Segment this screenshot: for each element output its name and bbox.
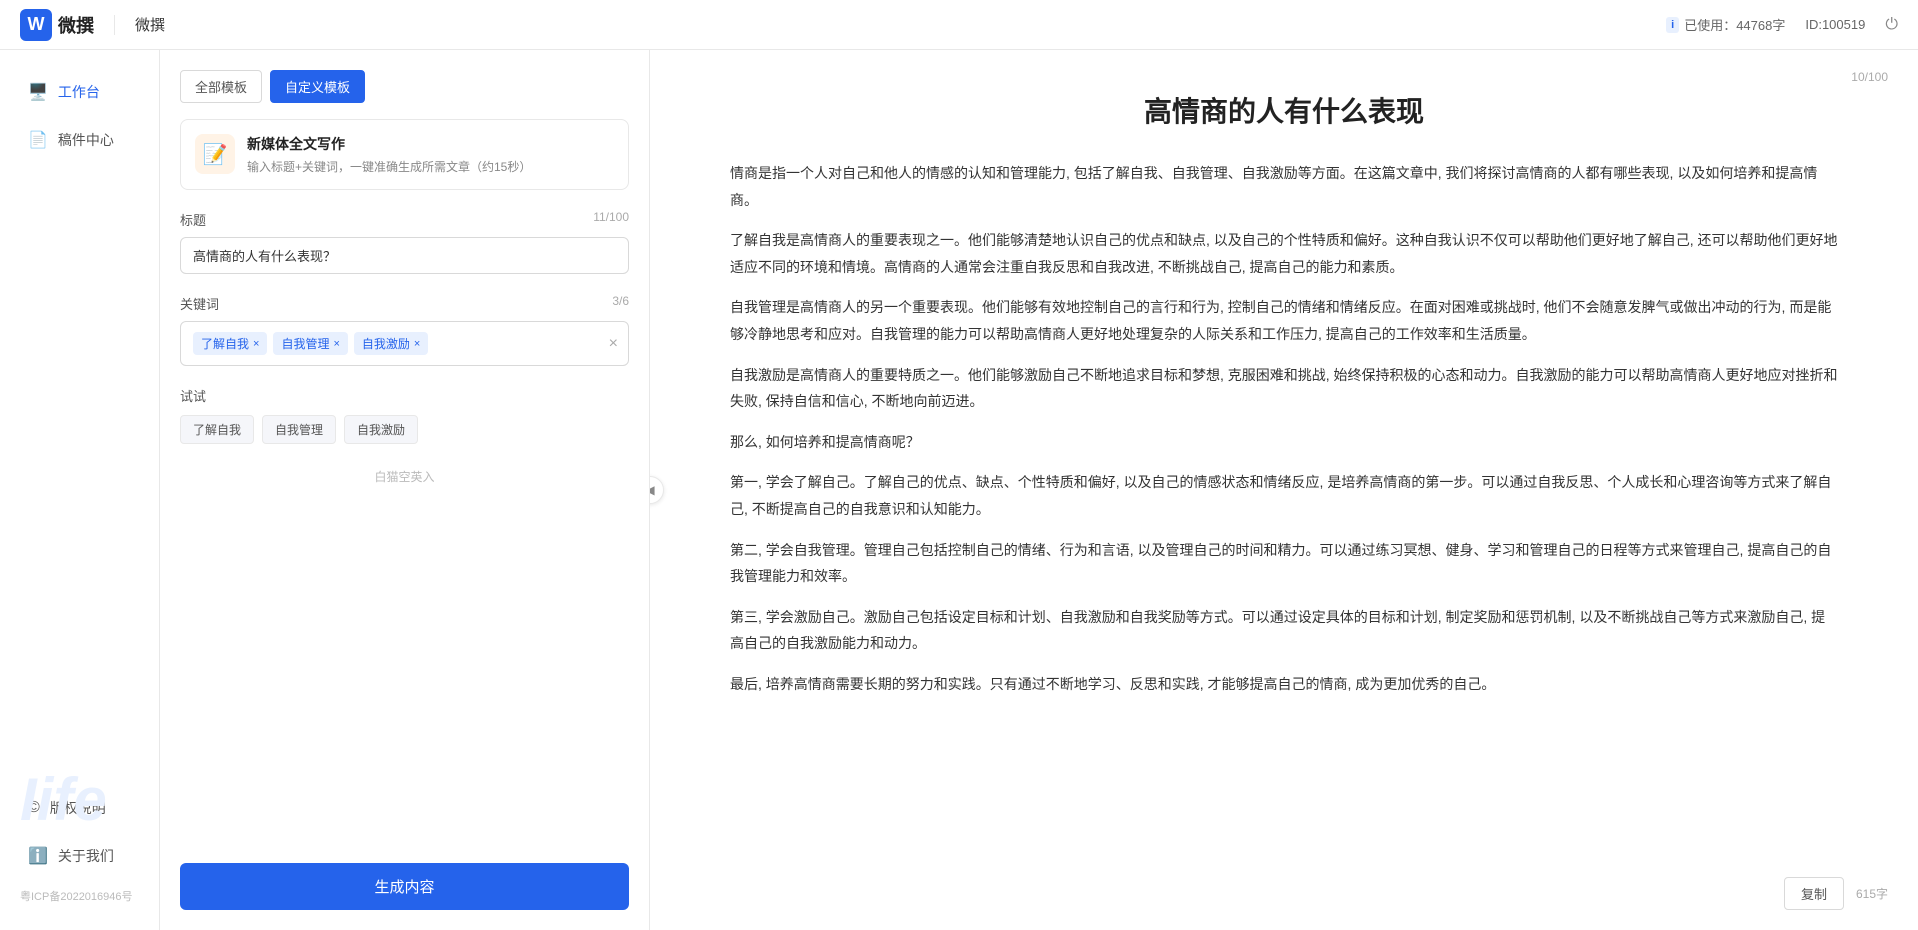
sidebar-item-workbench[interactable]: 🖥️ 工作台	[8, 70, 151, 114]
article-para-5: 第一, 学会了解自己。了解自己的优点、缺点、个性特质和偏好, 以及自己的情感状态…	[730, 469, 1838, 522]
keywords-section: 关键词 3/6 了解自我 × 自我管理 × 自我激励 ×	[180, 294, 629, 366]
article-para-7: 第三, 学会激励自己。激励自己包括设定目标和计划、自我激励和自我奖励等方式。可以…	[730, 604, 1838, 657]
copyright-icon: ©	[28, 799, 40, 817]
tab-custom[interactable]: 自定义模板	[270, 70, 365, 103]
usage-text: 已使用：44768字	[1684, 15, 1785, 34]
word-count: 615字	[1856, 885, 1888, 902]
title-label-row: 标题 11/100	[180, 210, 629, 229]
logo-area: W 微撰	[20, 9, 94, 41]
keyword-count: 3/6	[612, 294, 629, 313]
logo-name: 微撰	[58, 12, 94, 38]
workbench-icon: 🖥️	[28, 82, 48, 102]
sidebar-item-label-drafts: 稿件中心	[58, 130, 114, 150]
topbar-left: W 微撰 微撰	[20, 9, 165, 41]
topbar-right: i 已使用：44768字 ID:100519 ⏻	[1666, 15, 1898, 34]
drafts-icon: 📄	[28, 130, 48, 150]
keyword-tag-1[interactable]: 自我管理 ×	[273, 332, 347, 355]
copy-button[interactable]: 复制	[1784, 877, 1844, 910]
content-area: 全部模板 自定义模板 📝 新媒体全文写作 输入标题+关键词，一键准确生成所需文章…	[160, 50, 1918, 930]
template-desc: 输入标题+关键词，一键准确生成所需文章（约15秒）	[247, 158, 614, 175]
article-para-3: 自我激励是高情商人的重要特质之一。他们能够激励自己不断地追求目标和梦想, 克服困…	[730, 362, 1838, 415]
generate-button[interactable]: 生成内容	[180, 863, 629, 910]
template-card-icon: 📝	[195, 134, 235, 174]
template-tabs: 全部模板 自定义模板	[180, 70, 629, 103]
article-title: 高情商的人有什么表现	[730, 90, 1838, 130]
keyword-label: 关键词	[180, 294, 219, 313]
sidebar-item-about[interactable]: ℹ️ 关于我们	[8, 834, 151, 878]
sidebar-spacer: Iife	[0, 162, 159, 786]
keyword-tag-0[interactable]: 了解自我 ×	[193, 332, 267, 355]
trial-section: 试试 了解自我 自我管理 自我激励	[180, 386, 629, 444]
title-count: 11/100	[593, 210, 629, 229]
user-id: ID:100519	[1805, 17, 1865, 32]
left-panel: 全部模板 自定义模板 📝 新媒体全文写作 输入标题+关键词，一键准确生成所需文章…	[160, 50, 650, 930]
divider	[114, 15, 115, 35]
template-name: 新媒体全文写作	[247, 134, 614, 154]
power-icon[interactable]: ⏻	[1885, 16, 1898, 34]
keyword-remove-1[interactable]: ×	[333, 338, 339, 350]
page-count: 10/100	[1851, 70, 1888, 84]
sidebar-item-copyright[interactable]: © 版权说明	[8, 786, 151, 830]
article-para-0: 情商是指一个人对自己和他人的情感的认知和管理能力, 包括了解自我、自我管理、自我…	[730, 160, 1838, 213]
sidebar-bottom: © 版权说明 ℹ️ 关于我们 粤ICP备2022016946号	[0, 786, 159, 910]
sidebar-item-label-about: 关于我们	[58, 846, 114, 866]
template-info: 新媒体全文写作 输入标题+关键词，一键准确生成所需文章（约15秒）	[247, 134, 614, 175]
keyword-remove-2[interactable]: ×	[414, 338, 420, 350]
article-para-2: 自我管理是高情商人的另一个重要表现。他们能够有效地控制自己的言行和行为, 控制自…	[730, 294, 1838, 347]
placeholder-hint: 白猫空英入	[180, 468, 629, 485]
tab-all[interactable]: 全部模板	[180, 70, 262, 103]
usage-info: i 已使用：44768字	[1666, 15, 1785, 34]
suggestions: 了解自我 自我管理 自我激励	[180, 415, 629, 444]
right-panel: ◀ 10/100 高情商的人有什么表现 情商是指一个人对自己和他人的情感的认知和…	[650, 50, 1918, 930]
template-card[interactable]: 📝 新媒体全文写作 输入标题+关键词，一键准确生成所需文章（约15秒）	[180, 119, 629, 190]
article-para-6: 第二, 学会自我管理。管理自己包括控制自己的情绪、行为和言语, 以及管理自己的时…	[730, 537, 1838, 590]
sidebar-item-label-copyright: 版权说明	[50, 798, 106, 818]
sidebar: 🖥️ 工作台 📄 稿件中心 Iife © 版权说明 ℹ️ 关于我们 粤ICP备2…	[0, 50, 160, 930]
suggestion-1[interactable]: 自我管理	[262, 415, 336, 444]
article-area: 10/100 高情商的人有什么表现 情商是指一个人对自己和他人的情感的认知和管理…	[650, 50, 1918, 930]
suggestion-2[interactable]: 自我激励	[344, 415, 418, 444]
copy-bar: 复制 615字	[1784, 877, 1888, 910]
article-content: 情商是指一个人对自己和他人的情感的认知和管理能力, 包括了解自我、自我管理、自我…	[730, 160, 1838, 698]
title-section: 标题 11/100	[180, 210, 629, 274]
title-input[interactable]	[180, 237, 629, 274]
sidebar-item-label-workbench: 工作台	[58, 82, 100, 102]
usage-icon: i	[1666, 17, 1679, 33]
icp-text: 粤ICP备2022016946号	[0, 882, 159, 910]
topbar-title: 微撰	[135, 14, 165, 35]
main-layout: 🖥️ 工作台 📄 稿件中心 Iife © 版权说明 ℹ️ 关于我们 粤ICP备2…	[0, 50, 1918, 930]
clear-keywords-icon[interactable]: ×	[609, 335, 618, 353]
article-para-1: 了解自我是高情商人的重要表现之一。他们能够清楚地认识自己的优点和缺点, 以及自己…	[730, 227, 1838, 280]
sidebar-nav: 🖥️ 工作台 📄 稿件中心	[0, 70, 159, 162]
trial-label: 试试	[180, 386, 629, 405]
topbar: W 微撰 微撰 i 已使用：44768字 ID:100519 ⏻	[0, 0, 1918, 50]
suggestion-0[interactable]: 了解自我	[180, 415, 254, 444]
title-label: 标题	[180, 210, 206, 229]
keyword-tag-2[interactable]: 自我激励 ×	[354, 332, 428, 355]
article-para-4: 那么, 如何培养和提高情商呢？	[730, 429, 1838, 456]
logo-icon: W	[20, 9, 52, 41]
keywords-container: 了解自我 × 自我管理 × 自我激励 × ×	[180, 321, 629, 366]
about-icon: ℹ️	[28, 846, 48, 866]
keyword-label-row: 关键词 3/6	[180, 294, 629, 313]
sidebar-item-drafts[interactable]: 📄 稿件中心	[8, 118, 151, 162]
generate-section: 生成内容	[180, 843, 629, 910]
keyword-remove-0[interactable]: ×	[253, 338, 259, 350]
article-para-8: 最后, 培养高情商需要长期的努力和实践。只有通过不断地学习、反思和实践, 才能够…	[730, 671, 1838, 698]
